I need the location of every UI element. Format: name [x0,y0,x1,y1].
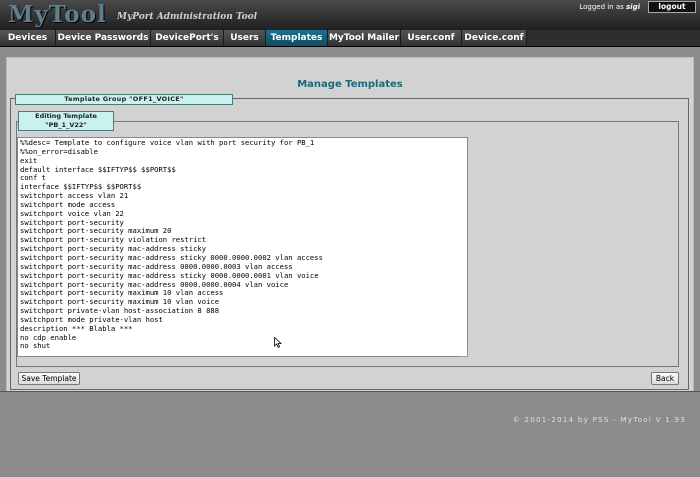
login-user: sigi [626,3,640,11]
save-template-button[interactable]: Save Template [18,372,80,385]
footer-copyright: © 2001-2014 by PSS - MyTool V 1.93 [512,416,686,424]
editing-template-label: Editing Template "PB_1_V22" [18,111,114,131]
login-prefix: Logged in as [579,3,627,11]
tab-device-passwords[interactable]: Device Passwords [56,30,151,46]
back-button[interactable]: Back [651,372,679,385]
template-group-label: Template Group "OFF1_VOICE" [15,94,233,105]
tab-mytool-mailer[interactable]: MyTool Mailer [328,30,401,46]
logout-button[interactable]: logout [648,1,696,13]
page-title: Manage Templates [297,79,403,90]
editing-template-caption: Editing Template [35,112,97,120]
tab-users[interactable]: Users [224,30,266,46]
header-bar: MyTool MyPort Administration Tool Logged… [0,0,700,30]
resize-grip-icon[interactable] [461,350,468,357]
tab-device-ports[interactable]: DevicePort's [151,30,224,46]
template-text-editor[interactable]: %%desc= Template to configure voice vlan… [17,137,468,357]
tab-templates[interactable]: Templates [266,30,328,46]
editing-template-name: "PB_1_V22" [45,120,87,129]
tab-devices[interactable]: Devices [0,30,56,46]
app-subtitle: MyPort Administration Tool [117,12,258,22]
login-status: Logged in as sigi [579,3,640,11]
tab-user-conf[interactable]: User.conf [401,30,462,46]
app-logo[interactable]: MyTool [8,1,107,28]
mouse-cursor-icon [274,337,282,348]
footer-divider [0,391,700,392]
main-nav: Devices Device Passwords DevicePort's Us… [0,30,700,47]
tab-device-conf[interactable]: Device.conf [462,30,527,46]
